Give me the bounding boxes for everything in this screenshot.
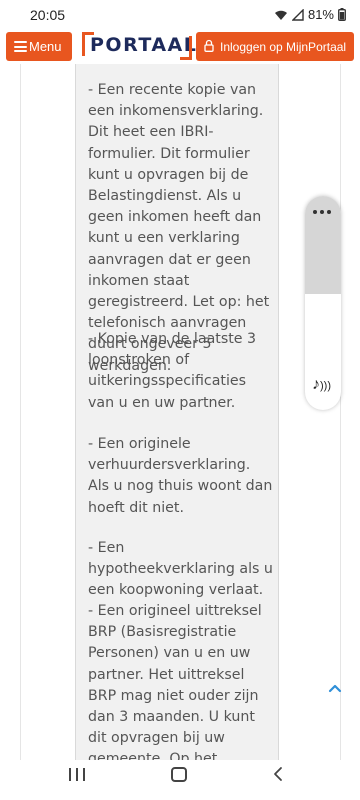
menu-label: Menu xyxy=(29,39,62,54)
scroll-to-top-icon[interactable] xyxy=(328,680,348,696)
page-content: - Een recente kopie van een inkomensverk… xyxy=(0,64,360,760)
requirement-item: - Een origineel uittreksel BRP (Basisreg… xyxy=(88,603,262,760)
content-border-left xyxy=(20,64,21,760)
battery-percent: 81% xyxy=(307,7,334,22)
recent-apps-icon[interactable] xyxy=(69,768,85,781)
portaal-logo[interactable]: PORTAAL xyxy=(82,30,196,62)
requirement-item: - Kopie van de laatste 3 loonstroken of … xyxy=(88,331,257,411)
hamburger-icon xyxy=(14,41,27,52)
system-nav-bar xyxy=(0,760,360,800)
menu-button[interactable]: Menu xyxy=(6,32,72,61)
more-options-icon[interactable] xyxy=(313,210,331,214)
status-bar: 20:05 81% xyxy=(0,0,360,30)
home-icon[interactable] xyxy=(171,767,187,782)
content-border-right xyxy=(340,64,341,760)
status-icons: 81% xyxy=(274,7,346,22)
widget-drag-handle[interactable] xyxy=(305,196,341,294)
site-header: Menu PORTAAL Inloggen op MijnPortaal xyxy=(0,30,360,64)
floating-reader-widget[interactable]: ♪))) xyxy=(305,196,341,410)
requirement-item: - Een hypotheekverklaring als u een koop… xyxy=(88,540,273,599)
status-time: 20:05 xyxy=(30,7,66,23)
read-aloud-icon[interactable]: ♪))) xyxy=(312,376,331,394)
wifi-icon xyxy=(274,9,288,21)
logo-bracket-right xyxy=(180,36,192,60)
battery-icon xyxy=(338,8,346,21)
back-icon[interactable] xyxy=(272,766,284,787)
signal-icon xyxy=(291,8,304,21)
login-label: Inloggen op MijnPortaal xyxy=(220,39,347,54)
lock-icon xyxy=(204,39,214,55)
login-button[interactable]: Inloggen op MijnPortaal xyxy=(196,32,354,61)
requirement-item: - Een originele verhuurdersverklaring. A… xyxy=(88,436,273,516)
